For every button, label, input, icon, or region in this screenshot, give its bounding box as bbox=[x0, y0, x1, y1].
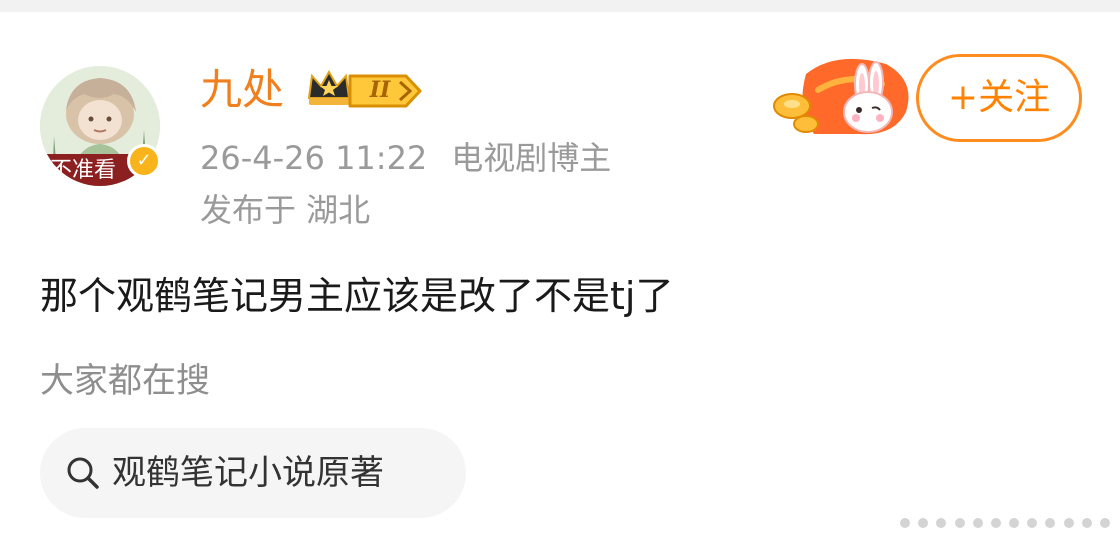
follow-button[interactable]: +关注 bbox=[916, 54, 1082, 142]
trending-search-title: 大家都在搜 bbox=[40, 361, 210, 401]
author-role: 电视剧博主 bbox=[451, 139, 612, 177]
rabbit-decoration-icon bbox=[773, 58, 909, 135]
post-meta: 26-4-26 11:22 电视剧博主 bbox=[200, 137, 611, 179]
search-suggestion-label: 观鹤笔记小说原著 bbox=[112, 453, 384, 493]
post-location: 发布于 湖北 bbox=[200, 191, 371, 229]
search-icon bbox=[67, 457, 99, 489]
post-timestamp: 26-4-26 11:22 bbox=[200, 139, 428, 177]
level-badge-label: II bbox=[369, 77, 391, 103]
watermark-dots bbox=[900, 508, 1110, 538]
author-name[interactable]: 九处 bbox=[200, 64, 284, 116]
verified-icon: ✓ bbox=[127, 144, 161, 178]
search-suggestion-chip[interactable]: 观鹤笔记小说原著 bbox=[40, 428, 466, 518]
top-divider-bar bbox=[0, 0, 1120, 12]
post-text: 那个观鹤笔记男主应该是改了不是tj了 bbox=[40, 274, 674, 318]
